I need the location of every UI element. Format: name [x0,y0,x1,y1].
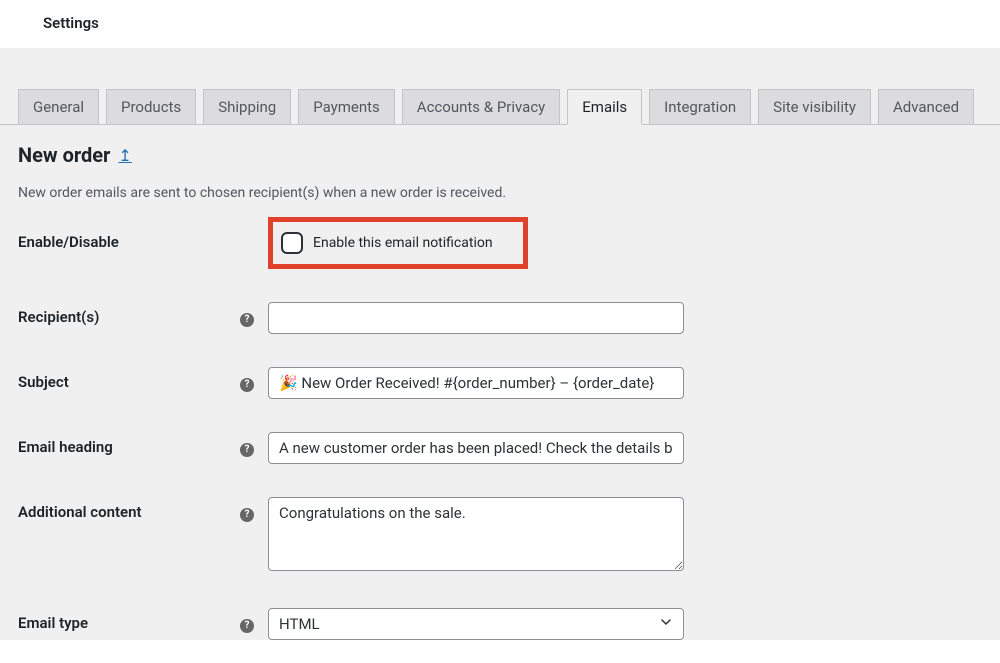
settings-tabs: General Products Shipping Payments Accou… [0,48,1000,125]
recipients-input[interactable] [268,302,684,334]
tab-integration[interactable]: Integration [649,89,751,125]
tab-products[interactable]: Products [106,89,196,125]
email-type-label: Email type [18,608,240,632]
email-heading-label: Email heading [18,432,240,456]
tab-payments[interactable]: Payments [298,89,395,125]
help-icon[interactable]: ? [240,313,254,327]
email-heading-input[interactable] [268,432,684,464]
tab-accounts-privacy[interactable]: Accounts & Privacy [402,89,560,125]
section-title: New order [18,143,110,167]
help-icon[interactable]: ? [240,378,254,392]
enable-disable-label: Enable/Disable [18,227,240,251]
additional-content-label: Additional content [18,497,240,521]
subject-input[interactable] [268,367,684,399]
help-icon[interactable]: ? [240,443,254,457]
enable-email-checkbox-label: Enable this email notification [313,235,493,251]
tab-advanced[interactable]: Advanced [878,89,974,125]
recipients-label: Recipient(s) [18,302,240,326]
back-link[interactable]: ↥ [118,146,131,165]
subject-label: Subject [18,367,240,391]
enable-highlight-box: Enable this email notification [268,217,528,269]
email-type-select[interactable]: HTML [268,608,684,640]
page-title: Settings [43,14,1000,32]
tab-site-visibility[interactable]: Site visibility [758,89,871,125]
help-icon[interactable]: ? [240,508,254,522]
section-description: New order emails are sent to chosen reci… [18,185,982,201]
tab-shipping[interactable]: Shipping [203,89,291,125]
tab-emails[interactable]: Emails [567,89,642,125]
additional-content-textarea[interactable]: Congratulations on the sale. [268,497,684,571]
enable-email-checkbox[interactable] [281,232,303,254]
help-icon[interactable]: ? [240,619,254,633]
tab-general[interactable]: General [18,89,99,125]
